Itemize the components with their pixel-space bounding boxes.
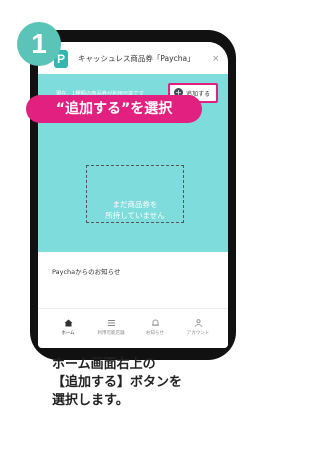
tab-stores[interactable]: 利用可能店舗	[93, 319, 129, 336]
close-icon[interactable]: ×	[212, 55, 220, 64]
caption-line-3: 選択します。	[52, 393, 129, 408]
tab-news[interactable]: お知らせ	[137, 319, 173, 336]
caption-line-2: 【追加する】ボタンを	[52, 375, 183, 390]
caption-line-1: ホーム画面右上の	[52, 357, 156, 372]
app-title: キャッシュレス商品券「Paycha」	[78, 54, 195, 63]
phone-screen: P キャッシュレス商品券「Paycha」 × 現在、1種類の商品券が利用可能です…	[38, 42, 228, 348]
bottom-tab-bar: ホーム 利用可能店舗 お知らせ アカウント	[38, 308, 228, 348]
callout-banner: “追加する”を選択	[26, 95, 202, 123]
empty-line-2: 所持していません	[105, 211, 165, 220]
tab-home[interactable]: ホーム	[50, 319, 86, 336]
notice-section-header: Paychaからのお知らせ	[52, 268, 121, 276]
tab-account[interactable]: アカウント	[180, 319, 216, 336]
tab-stores-label: 利用可能店舗	[97, 331, 125, 336]
instruction-caption: ホーム画面右上の 【追加する】ボタンを 選択します。	[52, 356, 182, 410]
home-icon	[64, 319, 72, 327]
phone-frame: P キャッシュレス商品券「Paycha」 × 現在、1種類の商品券が利用可能です…	[30, 30, 236, 360]
tab-account-label: アカウント	[186, 331, 210, 336]
tab-news-label: お知らせ	[146, 331, 164, 336]
list-icon	[107, 320, 115, 326]
empty-line-1: まだ商品券を	[112, 200, 158, 209]
empty-voucher-text: まだ商品券を 所持していません	[86, 199, 184, 221]
bell-icon	[151, 319, 159, 326]
step-number-badge: 1	[17, 22, 61, 66]
tab-home-label: ホーム	[61, 331, 75, 336]
person-icon	[194, 319, 202, 327]
page-indicator-dot	[131, 272, 135, 276]
app-header: P キャッシュレス商品券「Paycha」 ×	[38, 42, 228, 74]
